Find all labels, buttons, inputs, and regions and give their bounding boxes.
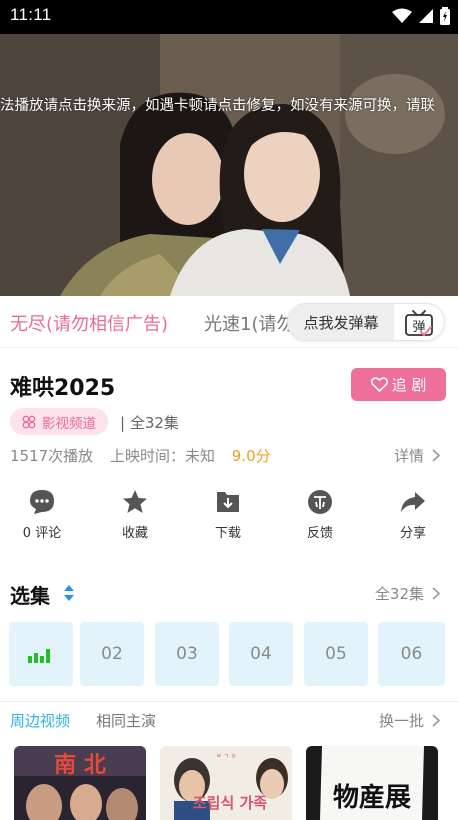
- feedback-button[interactable]: 反馈: [285, 488, 355, 541]
- favorite-button[interactable]: 收藏: [100, 488, 170, 541]
- related-video-thumb[interactable]: 南 北: [14, 746, 146, 820]
- danmu-label: 点我发弹幕: [288, 304, 394, 340]
- thumb-image: 物産展: [306, 746, 438, 820]
- episode-item[interactable]: 06: [378, 622, 445, 686]
- refresh-label: 换一批: [378, 712, 424, 730]
- follow-label: 追 剧: [391, 376, 427, 394]
- detail-link[interactable]: 详情: [394, 445, 440, 466]
- episode-item[interactable]: 04: [229, 622, 293, 686]
- danmu-tv-icon: 弹: [405, 310, 433, 337]
- feedback-icon: [308, 490, 332, 514]
- playing-bars-icon: [28, 649, 50, 663]
- svg-text:ㄹ ㄱ ㅎ: ㄹ ㄱ ㅎ: [216, 753, 236, 760]
- thumb-title: 物産展: [333, 782, 411, 813]
- score: 9.0分: [231, 447, 271, 465]
- play-count: 1517次播放: [10, 447, 94, 465]
- episodes-all-link[interactable]: 全32集: [375, 583, 440, 604]
- related-video-thumb[interactable]: ㄹ ㄱ ㅎ 조립식 가족: [160, 746, 292, 820]
- thumb-image: ㄹ ㄱ ㅎ 조립식 가족: [160, 746, 292, 820]
- show-title: 难哄2025: [10, 376, 116, 401]
- episode-item-playing[interactable]: [9, 622, 73, 686]
- comment-button[interactable]: 0 评论: [7, 488, 77, 541]
- action-bar: 0 评论 收藏 下载 反馈 分享: [0, 488, 458, 548]
- status-bar: 11:11: [0, 0, 458, 34]
- episodes-title: 选集: [10, 584, 50, 608]
- status-icons: [392, 7, 450, 25]
- release-date: 上映时间：未知: [109, 447, 215, 465]
- channel-tag[interactable]: 影视频道: [10, 408, 108, 435]
- episodes-all-label: 全32集: [374, 585, 424, 603]
- video-frame-image: [0, 34, 458, 296]
- sort-icon[interactable]: [63, 583, 75, 603]
- tab-related-videos[interactable]: 周边视频: [10, 710, 70, 731]
- share-button[interactable]: 分享: [378, 488, 448, 541]
- chevron-right-icon: [432, 449, 440, 462]
- episode-item[interactable]: 05: [304, 622, 368, 686]
- divider: [0, 701, 458, 702]
- channel-label: 影视频道: [42, 415, 96, 432]
- refresh-batch-button[interactable]: 换一批: [379, 710, 440, 731]
- episode-list: 02 03 04 05 06: [9, 622, 458, 686]
- tab-same-cast[interactable]: 相同主演: [96, 710, 156, 731]
- thumb-title: 조립식 가족: [193, 794, 267, 812]
- signal-icon: [419, 9, 433, 23]
- share-label: 分享: [399, 526, 426, 541]
- battery-icon: [440, 7, 450, 25]
- chevron-right-icon: [432, 714, 440, 727]
- follow-button[interactable]: 追 剧: [351, 368, 446, 401]
- svg-text:南 北: 南 北: [54, 753, 106, 778]
- related-video-thumb[interactable]: 物産展: [306, 746, 438, 820]
- comment-label: 0 评论: [22, 526, 62, 541]
- download-button[interactable]: 下载: [193, 488, 263, 541]
- download-icon: [217, 492, 239, 512]
- download-label: 下载: [214, 526, 241, 541]
- star-icon: [123, 490, 147, 513]
- video-player[interactable]: 法播放请点击换来源，如遇卡顿请点击修复，如没有来源可换，请联: [0, 34, 458, 296]
- detail-label: 详情: [393, 447, 424, 465]
- danmu-button[interactable]: 点我发弹幕 弹: [287, 303, 445, 341]
- share-icon: [401, 492, 425, 512]
- heart-icon: [370, 377, 388, 392]
- episode-item[interactable]: 02: [80, 622, 144, 686]
- episode-total: | 全32集: [120, 414, 179, 432]
- video-notice-ticker: 法播放请点击换来源，如遇卡顿请点击修复，如没有来源可换，请联: [0, 98, 435, 114]
- source-tab-active[interactable]: 无尽(请勿相信广告): [10, 310, 168, 336]
- danmu-icon-text: 弹: [412, 320, 425, 335]
- source-tab-other[interactable]: 光速1(请勿: [204, 310, 294, 336]
- thumb-image: 南 北: [14, 746, 146, 820]
- meta-line: 1517次播放 上映时间：未知 9.0分: [10, 445, 283, 466]
- chevron-right-icon: [432, 587, 440, 600]
- favorite-label: 收藏: [121, 526, 148, 541]
- status-time: 11:11: [10, 5, 52, 24]
- episode-item[interactable]: 03: [155, 622, 219, 686]
- comment-icon: [30, 490, 54, 514]
- feedback-label: 反馈: [306, 526, 333, 541]
- clover-icon: [22, 415, 36, 428]
- wifi-icon: [392, 8, 412, 23]
